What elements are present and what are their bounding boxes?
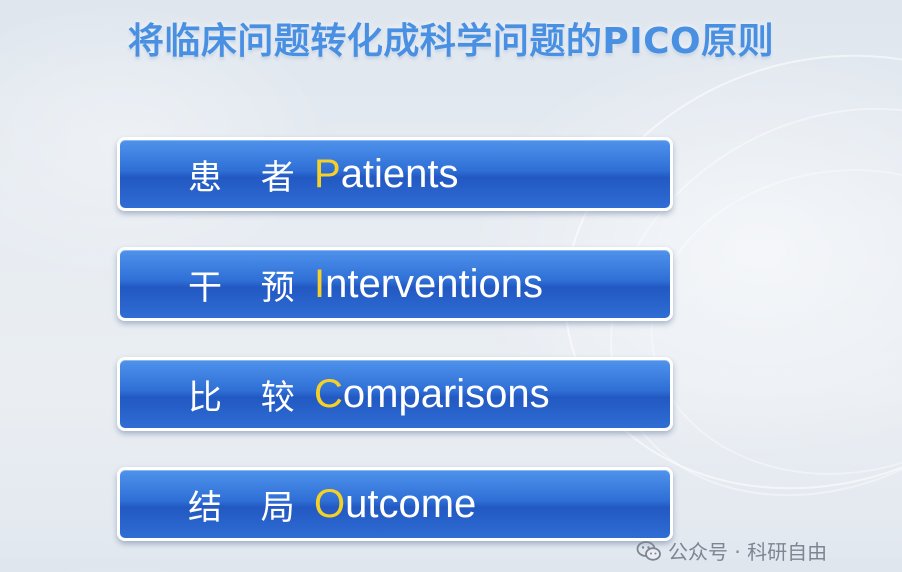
pico-item-chinese-label: 干 预 xyxy=(188,267,309,308)
pico-highlight-letter: P xyxy=(314,151,341,196)
pico-item-interventions: 干 预 Interventions xyxy=(117,247,673,321)
pico-highlight-letter: C xyxy=(314,371,343,416)
pico-item-english-label: Comparisons xyxy=(314,372,550,417)
pico-item-english-label: Patients xyxy=(314,152,459,197)
pico-item-outcome: 结 局 Outcome xyxy=(117,467,673,541)
pico-highlight-letter: I xyxy=(314,261,326,306)
pico-highlight-letter: O xyxy=(314,481,346,526)
pico-word-rest: omparisons xyxy=(342,371,550,416)
pico-word-rest: nterventions xyxy=(325,261,544,306)
slide: 将临床问题转化成科学问题的PICO原则 患 者 Patients 干 预 Int… xyxy=(0,0,902,572)
slide-title: 将临床问题转化成科学问题的PICO原则 xyxy=(127,21,775,62)
wechat-icon xyxy=(636,540,661,561)
pico-item-english-label: Interventions xyxy=(314,262,543,307)
pico-item-chinese-label: 比 较 xyxy=(188,377,309,418)
pico-word-rest: utcome xyxy=(345,481,477,526)
pico-list: 患 者 Patients 干 预 Interventions 比 较 Compa… xyxy=(117,137,673,541)
pico-item-comparisons: 比 较 Comparisons xyxy=(117,357,673,431)
pico-item-chinese-label: 患 者 xyxy=(188,157,309,198)
watermark: 公众号 · 科研自由 xyxy=(636,536,827,565)
pico-word-rest: atients xyxy=(340,151,459,196)
pico-item-chinese-label: 结 局 xyxy=(188,487,309,528)
pico-item-english-label: Outcome xyxy=(314,482,476,527)
pico-item-patients: 患 者 Patients xyxy=(117,137,673,211)
watermark-text: 公众号 · 科研自由 xyxy=(668,540,828,564)
